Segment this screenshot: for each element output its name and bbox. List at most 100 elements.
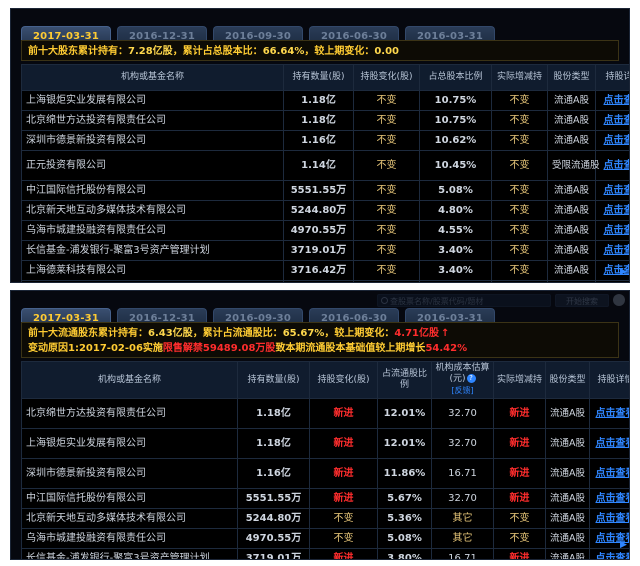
holding-change: 不变 — [309, 528, 378, 549]
holder-name: 北京绵世方达投资有限责任公司 — [21, 398, 238, 429]
holding-detail-cell[interactable]: 点击查看 — [589, 398, 630, 429]
view-detail-link[interactable]: 点击查看 — [604, 160, 630, 171]
reason-mid: 致本期流通股本基础值较上期增长 — [275, 343, 426, 354]
holding-quantity: 3719.01万 — [237, 548, 310, 559]
float-shareholders-table: 机构或基金名称 持有数量(股) 持股变化(股) 占流通股比例 机构成本估算(元)? [反馈… — [21, 361, 630, 560]
actual-change-value: 不变 — [509, 225, 530, 236]
holding-quantity: 1.18亿 — [237, 398, 310, 429]
holding-detail-cell[interactable]: 点击查看 — [589, 508, 630, 529]
view-detail-link[interactable]: 点击查看 — [604, 185, 630, 196]
holding-detail-cell[interactable]: 点击查看 — [589, 428, 630, 459]
actual-change: 不变 — [493, 508, 546, 529]
table-row: 北京绵世方达投资有限责任公司1.18亿 不变 10.75% 不变 流通A股点击查看 — [21, 110, 630, 131]
table-row: 上海银炬实业发展有限公司1.18亿 不变 10.75% 不变 流通A股点击查看 — [21, 90, 630, 111]
holding-ratio: 5.08% — [377, 528, 432, 549]
share-type: 受限流通股 — [547, 150, 600, 181]
view-detail-link[interactable]: 点击查看 — [596, 408, 630, 419]
feedback-link[interactable]: [反馈] — [451, 386, 473, 395]
actual-change-value: 新进 — [509, 408, 530, 419]
share-type: 流通A股 — [545, 528, 590, 549]
holding-quantity: 3099.17万 — [283, 280, 354, 282]
holding-ratio: 10.45% — [419, 150, 492, 181]
holder-name: 中江国际信托股份有限公司 — [21, 488, 238, 509]
holding-change-value: 不变 — [376, 95, 397, 106]
summary-shares: 6.43亿股 — [148, 328, 193, 339]
holder-name: 深圳市德景新投资有限公司 — [21, 458, 238, 489]
view-detail-link[interactable]: 点击查看 — [604, 205, 630, 216]
holding-detail-cell[interactable]: 点击查看 — [595, 200, 630, 221]
view-detail-link[interactable]: 点击查看 — [604, 245, 630, 256]
summary-mid: ，累计占流通股比： — [192, 328, 283, 339]
actual-change-value: 不变 — [509, 205, 530, 216]
holding-change: 不变 — [353, 130, 420, 151]
holding-ratio: 5.67% — [377, 488, 432, 509]
holding-quantity: 5244.80万 — [237, 508, 310, 529]
actual-change: 不变 — [491, 180, 548, 201]
holding-change: 新进 — [309, 548, 378, 559]
holding-quantity: 1.18亿 — [283, 110, 354, 131]
holding-detail-cell[interactable]: 点击查看 — [595, 240, 630, 261]
scroll-arrow-icon[interactable]: ▶ — [620, 268, 627, 277]
view-detail-link[interactable]: 点击查看 — [604, 135, 630, 146]
actual-change: 不变 — [491, 220, 548, 241]
view-detail-link[interactable]: 点击查看 — [596, 553, 630, 559]
view-detail-link[interactable]: 点击查看 — [604, 115, 630, 126]
table-row: 北京绵世方达投资有限责任公司 1.18亿 新进 12.01% 32.70 新进 流通A股 点击… — [21, 398, 630, 429]
actual-change-value: 新进 — [509, 553, 530, 560]
column-header-1: 持有数量(股) — [237, 361, 310, 399]
top-shareholders-table: 机构或基金名称持有数量(股)持股变化(股)占总股本比例实际增减持股份类型持股详情… — [21, 64, 630, 282]
table-row: 长信基金-浦发银行-聚富3号资产管理计划 3719.01万 新进 3.80% 16.71… — [21, 548, 630, 560]
info-icon[interactable]: ? — [466, 374, 476, 383]
actual-change: 新进 — [493, 428, 546, 459]
holding-detail-cell[interactable]: 点击查看 — [595, 150, 630, 181]
shareholders-panel-top: 2017-03-31 2016-12-31 2016-09-30 2016-06-30… — [10, 8, 630, 283]
holding-detail-cell[interactable]: 点击查看 — [595, 220, 630, 241]
holding-quantity: 5551.55万 — [237, 488, 310, 509]
share-type: 流通A股 — [547, 240, 596, 261]
table-row: 北京新天地互动多媒体技术有限公司 5244.80万 不变 5.36% 其它 不变 流通A股点… — [21, 508, 630, 529]
actual-change: 新进 — [493, 458, 546, 489]
holding-detail-cell[interactable]: 点击查看 — [595, 130, 630, 151]
holding-quantity: 1.14亿 — [283, 150, 354, 181]
holding-change: 不变 — [353, 260, 420, 281]
holding-change-value: 不变 — [376, 135, 397, 146]
holding-detail-cell[interactable]: 点击查看 — [595, 280, 629, 282]
holding-detail-cell[interactable]: 点击查看 — [595, 180, 630, 201]
view-detail-link[interactable]: 点击查看 — [604, 95, 630, 106]
holding-ratio: 10.75% — [419, 110, 492, 131]
holding-change: 新进 — [309, 398, 378, 429]
holding-quantity: 5551.55万 — [283, 180, 354, 201]
view-detail-link[interactable]: 点击查看 — [604, 225, 630, 236]
view-detail-link[interactable]: 点击查看 — [596, 493, 630, 504]
view-detail-link[interactable]: 点击查看 — [596, 468, 630, 479]
holding-detail-cell[interactable]: 点击查看 — [589, 458, 630, 489]
summary-reason-line: 变动原因1:2017-02-06实施限售解禁59489.08万股致本期流通股本基… — [28, 341, 612, 356]
summary-suffix: ，较上期变化： — [324, 328, 395, 339]
column-header-4: 实际增减持 — [491, 64, 548, 91]
holding-detail-cell[interactable]: 点击查看 — [595, 90, 630, 111]
view-detail-link[interactable]: 点击查看 — [596, 438, 630, 449]
column-header-1: 持有数量(股) — [283, 64, 354, 91]
column-header-3: 占流通股比例 — [377, 361, 432, 399]
table-row: 正元投资有限公司1.14亿 不变 10.45% 不变 受限流通股点击查看 — [21, 150, 630, 181]
actual-change-value: 不变 — [509, 135, 530, 146]
page-root: 2017-03-31 2016-12-31 2016-09-30 2016-06-30… — [0, 0, 640, 566]
holding-ratio: 11.86% — [377, 458, 432, 489]
table-head-top: 机构或基金名称持有数量(股)持股变化(股)占总股本比例实际增减持股份类型持股详情 — [21, 64, 629, 91]
view-detail-link[interactable]: 点击查看 — [596, 513, 630, 524]
holding-detail-cell[interactable]: 点击查看 — [589, 488, 630, 509]
holding-detail-cell[interactable]: 点击查看 — [589, 548, 630, 559]
holder-name: 乌海市城建投融资有限责任公司 — [21, 220, 284, 241]
holder-name: 长信基金-浦发银行-聚富4号资产管理计划 — [21, 280, 284, 282]
cost-estimate: 32.70 — [431, 428, 494, 459]
holding-ratio: 5.36% — [377, 508, 432, 529]
share-type: 流通A股 — [547, 180, 596, 201]
table-head-bottom: 机构或基金名称 持有数量(股) 持股变化(股) 占流通股比例 机构成本估算(元)? [反馈… — [21, 361, 629, 399]
holding-detail-cell[interactable]: 点击查看 — [595, 110, 630, 131]
share-type: 流通A股 — [547, 200, 596, 221]
holding-change-value: 新进 — [333, 408, 354, 419]
holding-change: 不变 — [353, 240, 420, 261]
holding-change-value: 不变 — [376, 245, 397, 256]
scroll-arrow-icon[interactable]: ▶ — [620, 541, 627, 550]
holding-change: 不变 — [353, 90, 420, 111]
